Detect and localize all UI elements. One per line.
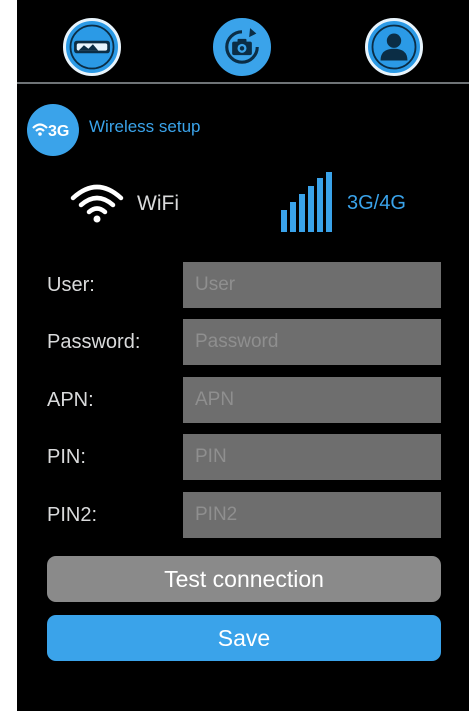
section-title: Wireless setup <box>89 117 201 136</box>
nav-user-button[interactable] <box>365 18 423 76</box>
pin-row: PIN: <box>17 434 469 480</box>
camera-rotate-icon <box>225 28 259 64</box>
apn-input[interactable] <box>183 377 441 423</box>
wifi-option[interactable]: WiFi <box>69 176 199 228</box>
wifi-label: WiFi <box>137 192 179 215</box>
top-navigation <box>17 0 469 84</box>
user-icon <box>371 24 417 70</box>
mobile-data-label: 3G/4G <box>347 192 406 214</box>
save-button[interactable]: Save <box>47 615 441 661</box>
apn-label: APN: <box>47 389 94 411</box>
signal-bars-icon <box>281 172 332 232</box>
apn-row: APN: <box>17 377 469 423</box>
user-row: User: <box>17 262 469 308</box>
password-label: Password: <box>47 331 141 353</box>
pin2-label: PIN2: <box>47 504 98 526</box>
header-divider <box>17 82 469 84</box>
section-badge: 3G <box>27 104 79 156</box>
test-connection-button[interactable]: Test connection <box>47 556 441 602</box>
pin2-input[interactable] <box>183 492 441 538</box>
badge-text: 3G <box>48 123 69 140</box>
wifi-icon <box>70 184 124 223</box>
password-row: Password: <box>17 319 469 365</box>
app-screen: 3G Wireless setup WiFi 3G/4G User: Passw… <box>17 0 469 711</box>
pin2-row: PIN2: <box>17 492 469 538</box>
pin-label: PIN: <box>47 446 86 468</box>
password-input[interactable] <box>183 319 441 365</box>
user-label: User: <box>47 274 95 296</box>
wifi-icon <box>32 123 48 136</box>
nav-camera-button[interactable] <box>213 18 271 76</box>
user-input[interactable] <box>183 262 441 308</box>
nav-gallery-button[interactable] <box>63 18 121 76</box>
pin-input[interactable] <box>183 434 441 480</box>
gallery-icon <box>69 24 115 70</box>
mobile-data-option[interactable]: 3G/4G <box>279 170 429 234</box>
